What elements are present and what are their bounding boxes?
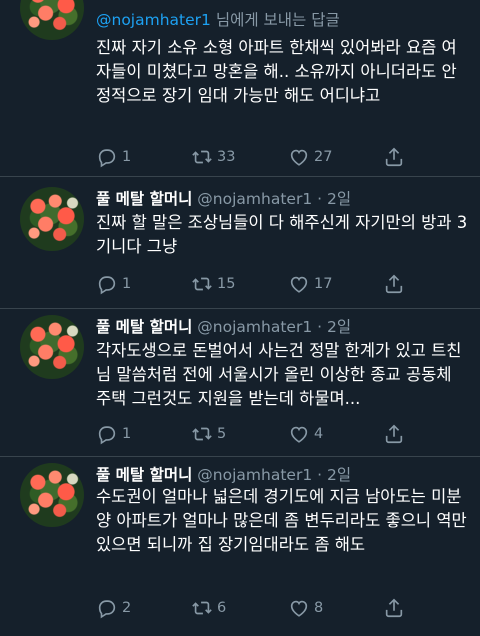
tweet-header: 풀 메탈 할머니 @nojamhater1 · 2일 — [96, 463, 351, 485]
like-icon — [290, 149, 308, 166]
retweet-count: 6 — [217, 600, 227, 616]
avatar[interactable] — [20, 463, 84, 527]
tweet[interactable]: 풀 메탈 할머니 @nojamhater1 · 2일 진짜 할 말은 조상님들이… — [0, 177, 480, 308]
like-count: 27 — [314, 149, 333, 165]
user-handle[interactable]: @nojamhater1 — [197, 190, 312, 208]
avatar[interactable] — [20, 0, 84, 40]
tweet[interactable]: 풀 메탈 할머니 @nojamhater1 · 2일 수도권이 얼마나 넓은데 … — [0, 457, 480, 636]
reply-count: 1 — [122, 276, 132, 292]
retweet-icon — [192, 427, 212, 441]
retweet-icon — [192, 601, 212, 615]
like-button[interactable]: 27 — [288, 146, 332, 168]
tweet-actions: 2 6 8 — [96, 597, 456, 621]
reply-icon — [98, 276, 116, 295]
tweet-text: 수도권이 얼마나 넓은데 경기도에 지금 남아도는 미분양 아파트가 얼마나 많… — [96, 487, 467, 554]
like-button[interactable]: 4 — [288, 423, 323, 445]
reply-button[interactable]: 1 — [96, 273, 131, 295]
share-icon — [385, 147, 403, 167]
like-icon — [290, 426, 308, 443]
tweet[interactable]: 풀 메탈 할머니 @nojamhater1 · 2일 각자도생으로 돈벌어서 사… — [0, 309, 480, 456]
share-button[interactable] — [383, 597, 405, 619]
reply-button[interactable]: 1 — [96, 146, 131, 168]
tweet-text: 각자도생으로 돈벌어서 사는건 정말 한계가 있고 트친님 말씀처럼 전에 서울… — [96, 341, 462, 408]
tweet[interactable]: @nojamhater1 님에게 보내는 답글 진짜 자기 소유 소형 아파트 … — [0, 0, 480, 176]
retweet-icon — [192, 277, 212, 291]
timestamp[interactable]: · 2일 — [317, 466, 351, 484]
timestamp[interactable]: · 2일 — [317, 318, 351, 336]
reply-icon — [98, 426, 116, 445]
like-count: 17 — [314, 276, 333, 292]
like-button[interactable]: 8 — [288, 597, 323, 619]
retweet-button[interactable]: 33 — [191, 146, 235, 168]
timestamp[interactable]: · 2일 — [317, 190, 351, 208]
reply-count: 1 — [122, 426, 132, 442]
share-icon — [385, 274, 403, 294]
retweet-count: 33 — [217, 149, 236, 165]
share-button[interactable] — [383, 423, 405, 445]
tweet-text: 진짜 자기 소유 소형 아파트 한채씩 있어봐라 요즘 여자들이 미쳤다고 망혼… — [96, 38, 457, 105]
retweet-count: 5 — [217, 426, 227, 442]
like-count: 4 — [314, 426, 324, 442]
reply-button[interactable]: 1 — [96, 423, 131, 445]
avatar[interactable] — [20, 187, 84, 251]
tweet-actions: 1 5 4 — [96, 423, 456, 447]
share-button[interactable] — [383, 146, 405, 168]
reply-icon — [98, 149, 116, 168]
display-name[interactable]: 풀 메탈 할머니 — [96, 190, 192, 208]
retweet-button[interactable]: 6 — [191, 597, 226, 619]
share-icon — [385, 424, 403, 444]
reply-suffix: 님에게 보내는 답글 — [210, 11, 340, 29]
like-button[interactable]: 17 — [288, 273, 332, 295]
retweet-count: 15 — [217, 276, 236, 292]
share-button[interactable] — [383, 273, 405, 295]
display-name[interactable]: 풀 메탈 할머니 — [96, 466, 192, 484]
like-icon — [290, 276, 308, 293]
retweet-button[interactable]: 5 — [191, 423, 226, 445]
share-icon — [385, 598, 403, 618]
like-icon — [290, 600, 308, 617]
user-handle[interactable]: @nojamhater1 — [197, 318, 312, 336]
mention-link[interactable]: @nojamhater1 — [96, 11, 211, 29]
reply-count: 1 — [122, 149, 132, 165]
reply-context: @nojamhater1 님에게 보내는 답글 — [96, 8, 340, 30]
tweet-header: 풀 메탈 할머니 @nojamhater1 · 2일 — [96, 187, 351, 209]
retweet-button[interactable]: 15 — [191, 273, 235, 295]
retweet-icon — [192, 150, 212, 164]
tweet-header: 풀 메탈 할머니 @nojamhater1 · 2일 — [96, 315, 351, 337]
tweet-text: 진짜 할 말은 조상님들이 다 해주신게 자기만의 방과 3기니다 그냥 — [96, 213, 468, 256]
reply-icon — [98, 600, 116, 619]
reply-count: 2 — [122, 600, 132, 616]
user-handle[interactable]: @nojamhater1 — [197, 466, 312, 484]
timeline: @nojamhater1 님에게 보내는 답글 진짜 자기 소유 소형 아파트 … — [0, 0, 480, 636]
avatar[interactable] — [20, 315, 84, 379]
tweet-actions: 1 33 27 — [96, 146, 456, 170]
reply-button[interactable]: 2 — [96, 597, 131, 619]
display-name[interactable]: 풀 메탈 할머니 — [96, 318, 192, 336]
like-count: 8 — [314, 600, 324, 616]
tweet-actions: 1 15 17 — [96, 273, 456, 297]
